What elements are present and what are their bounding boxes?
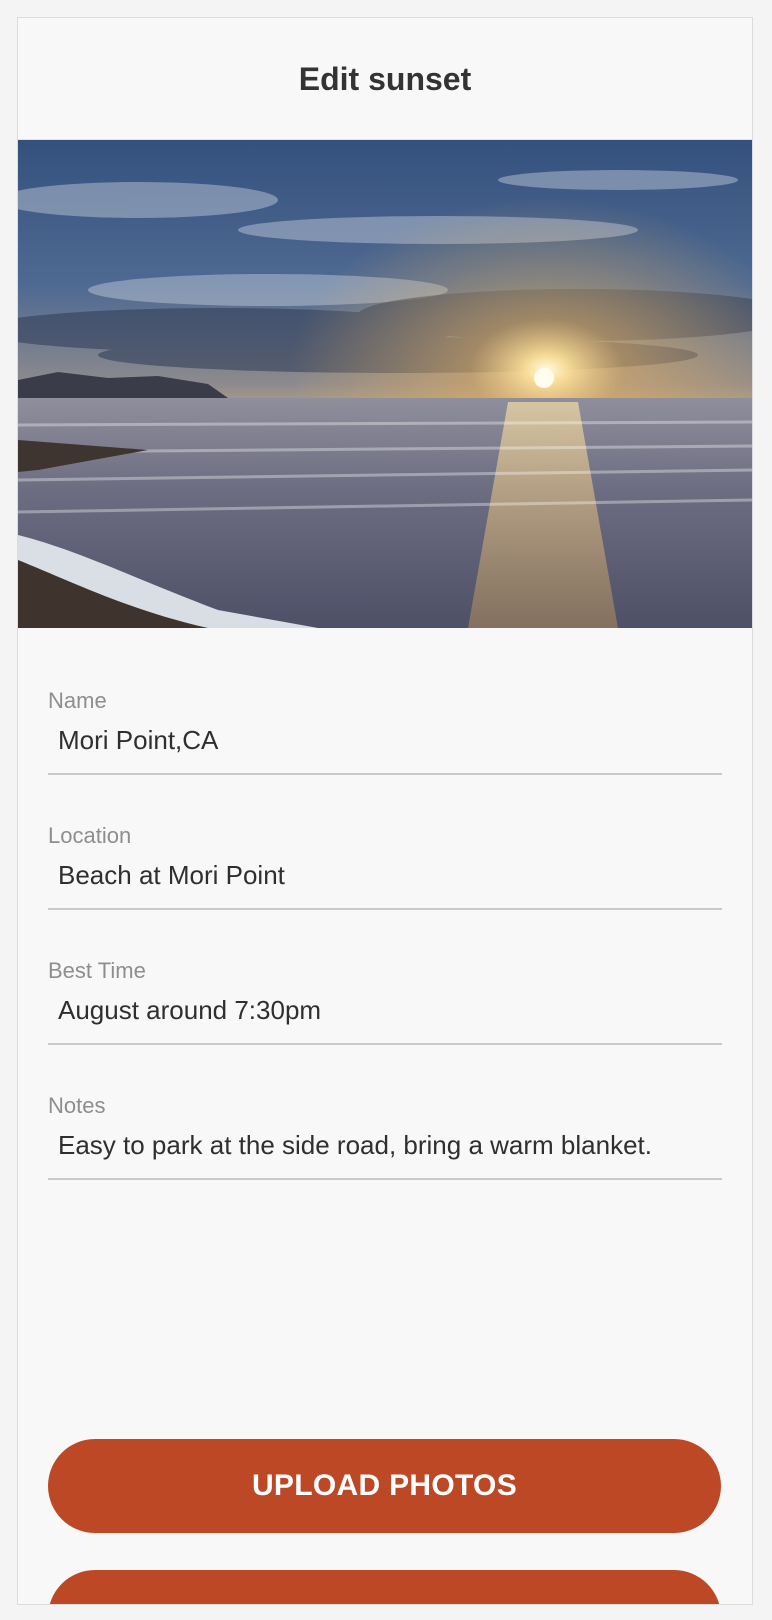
name-field: Name bbox=[48, 688, 722, 775]
location-label: Location bbox=[48, 823, 132, 848]
sunset-photo bbox=[18, 140, 752, 628]
best-time-field: Best Time bbox=[48, 958, 722, 1045]
best-time-label: Best Time bbox=[48, 958, 146, 983]
page-title: Edit sunset bbox=[298, 61, 472, 97]
notes-input[interactable] bbox=[48, 1130, 722, 1180]
edit-sunset-card: Edit sunset Name Mori Point,CA Location … bbox=[17, 17, 753, 1605]
sunset-form: Name Location Best Time Notes bbox=[18, 628, 752, 1180]
upload-photos-button[interactable]: UPLOAD PHOTOS bbox=[48, 1439, 721, 1533]
location-input[interactable] bbox=[48, 860, 722, 910]
notes-label: Notes bbox=[48, 1093, 106, 1118]
notes-field: Notes bbox=[48, 1093, 722, 1180]
header: Edit sunset bbox=[18, 18, 752, 140]
best-time-input[interactable] bbox=[48, 995, 722, 1045]
name-input[interactable] bbox=[48, 725, 722, 775]
location-field: Location bbox=[48, 823, 722, 910]
save-button[interactable] bbox=[48, 1570, 721, 1604]
name-label: Name bbox=[48, 688, 107, 713]
